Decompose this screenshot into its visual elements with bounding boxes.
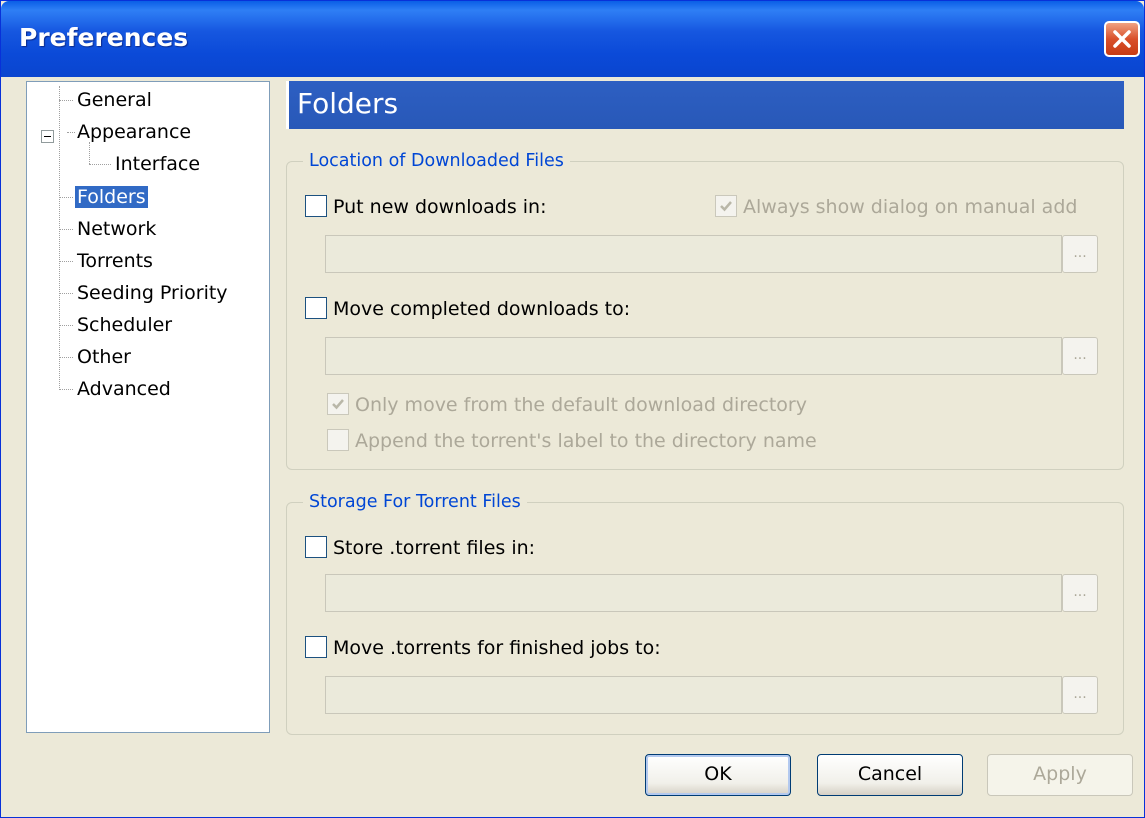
storage-groupbox: Storage For Torrent Files Store .torrent… bbox=[286, 489, 1124, 735]
always-show-dialog-checkbox[interactable]: Always show dialog on manual add bbox=[715, 194, 1077, 222]
store-torrent-browse-button[interactable]: ... bbox=[1062, 574, 1098, 612]
title-bar[interactable]: Preferences bbox=[1, 1, 1144, 77]
tree-item-other[interactable]: Other bbox=[59, 343, 131, 371]
location-groupbox: Location of Downloaded Files Put new dow… bbox=[286, 148, 1124, 470]
tree-item-folders[interactable]: Folders bbox=[59, 183, 148, 211]
tree-item-advanced[interactable]: Advanced bbox=[59, 375, 171, 403]
checkbox-box bbox=[305, 635, 327, 658]
move-completed-checkbox[interactable]: Move completed downloads to: bbox=[305, 296, 630, 324]
move-completed-browse-button[interactable]: ... bbox=[1062, 337, 1098, 375]
cancel-button[interactable]: Cancel bbox=[817, 754, 963, 796]
put-new-downloads-path-input[interactable] bbox=[325, 235, 1062, 273]
move-torrents-path-input[interactable] bbox=[325, 676, 1062, 714]
location-legend: Location of Downloaded Files bbox=[303, 148, 570, 174]
category-tree[interactable]: General Appearance Interface Folders Net… bbox=[26, 81, 270, 733]
preferences-dialog: Preferences General Appearance Interface… bbox=[0, 0, 1145, 818]
put-new-downloads-checkbox[interactable]: Put new downloads in: bbox=[305, 194, 547, 222]
put-new-downloads-browse-button[interactable]: ... bbox=[1062, 235, 1098, 273]
move-completed-path-input[interactable] bbox=[325, 337, 1062, 375]
checkbox-box bbox=[305, 535, 327, 558]
store-torrent-files-checkbox[interactable]: Store .torrent files in: bbox=[305, 535, 535, 563]
apply-button[interactable]: Apply bbox=[987, 754, 1133, 796]
checkbox-box bbox=[305, 194, 327, 217]
close-icon bbox=[1113, 30, 1131, 48]
collapse-icon[interactable] bbox=[41, 130, 54, 143]
append-label-checkbox[interactable]: Append the torrent's label to the direct… bbox=[327, 428, 817, 456]
checkmark-icon bbox=[720, 200, 732, 211]
close-button[interactable] bbox=[1104, 21, 1140, 57]
ok-button[interactable]: OK bbox=[645, 754, 791, 796]
store-torrent-path-input[interactable] bbox=[325, 574, 1062, 612]
checkbox-box bbox=[327, 428, 349, 451]
tree-item-appearance[interactable]: Appearance bbox=[59, 118, 191, 146]
tree-item-scheduler[interactable]: Scheduler bbox=[59, 311, 172, 339]
only-move-default-checkbox[interactable]: Only move from the default download dire… bbox=[327, 392, 807, 420]
move-torrents-finished-checkbox[interactable]: Move .torrents for finished jobs to: bbox=[305, 635, 661, 663]
section-title: Folders bbox=[297, 87, 399, 120]
checkbox-box bbox=[327, 392, 349, 415]
tree-item-interface[interactable]: Interface bbox=[89, 150, 200, 178]
checkbox-box bbox=[715, 194, 737, 217]
tree-item-network[interactable]: Network bbox=[59, 215, 156, 243]
window-title: Preferences bbox=[19, 23, 189, 52]
storage-legend: Storage For Torrent Files bbox=[303, 489, 527, 515]
move-torrents-browse-button[interactable]: ... bbox=[1062, 676, 1098, 714]
checkbox-box bbox=[305, 296, 327, 319]
tree-item-general[interactable]: General bbox=[59, 86, 152, 114]
tree-item-seeding-priority[interactable]: Seeding Priority bbox=[59, 279, 228, 307]
section-header: Folders bbox=[286, 81, 1124, 129]
checkmark-icon bbox=[332, 398, 344, 409]
tree-item-torrents[interactable]: Torrents bbox=[59, 247, 153, 275]
